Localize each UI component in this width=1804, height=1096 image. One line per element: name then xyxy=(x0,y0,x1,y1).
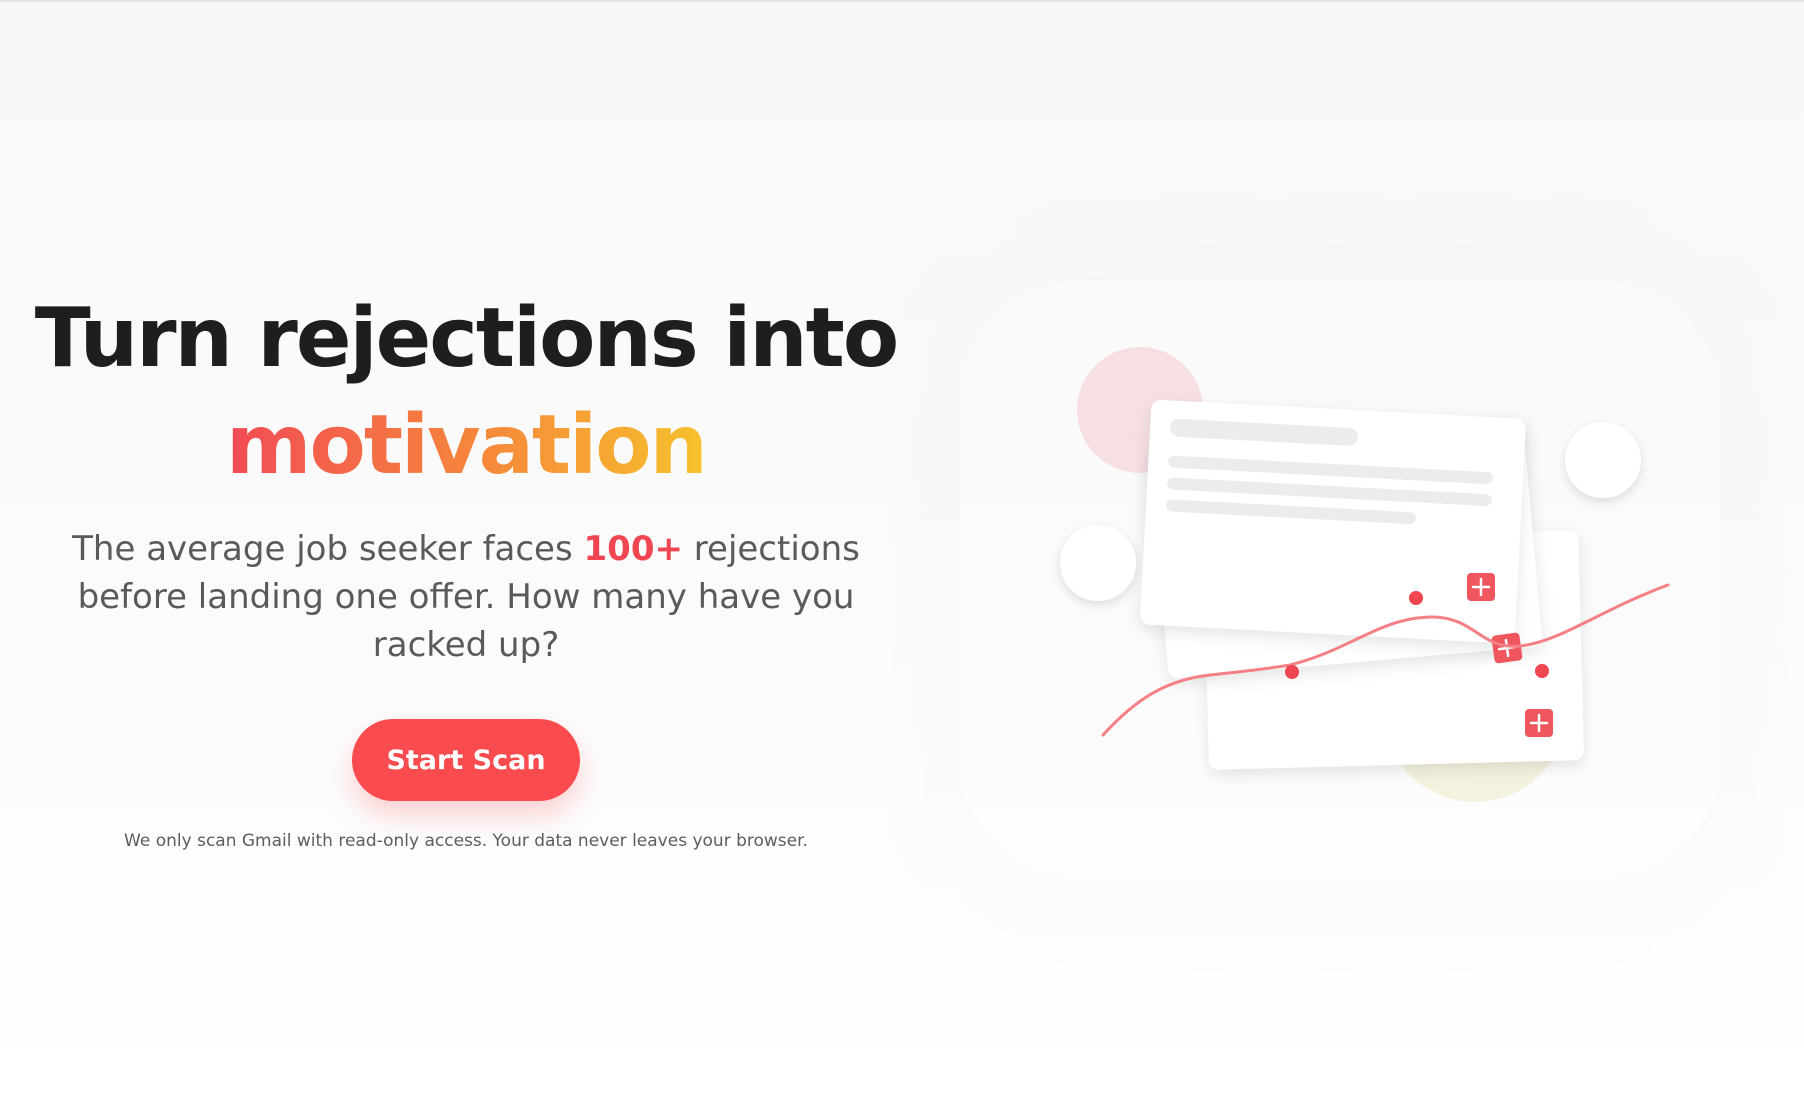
landing-page: { "hero": { "headline_line1": "Turn reje… xyxy=(0,0,1804,1096)
subtext-lead: The average job seeker faces xyxy=(72,529,584,569)
hero-illustration xyxy=(960,280,1720,880)
start-scan-button[interactable]: Start Scan xyxy=(352,719,580,801)
headline-line: Turn rejections into xyxy=(34,291,899,386)
trend-point xyxy=(1535,664,1549,678)
privacy-disclaimer: We only scan Gmail with read-only access… xyxy=(124,831,808,851)
hero-subtext: The average job seeker faces 100+ reject… xyxy=(66,525,866,669)
floating-circle xyxy=(1565,422,1641,498)
rejection-count-highlight: 100+ xyxy=(583,529,683,569)
headline-accent-word: motivation xyxy=(226,398,708,493)
trend-point xyxy=(1409,591,1423,605)
plus-icon xyxy=(1467,573,1495,601)
plus-icon xyxy=(1525,709,1553,737)
plus-icon xyxy=(1491,632,1523,664)
hero-section: Turn rejections into motivation The aver… xyxy=(30,285,902,851)
front-card xyxy=(1140,399,1526,644)
illustration-graphic xyxy=(1060,347,1670,802)
trend-point xyxy=(1285,665,1299,679)
hero-headline: Turn rejections into motivation xyxy=(30,285,902,499)
top-border xyxy=(0,0,1804,2)
floating-circle xyxy=(1060,525,1136,601)
